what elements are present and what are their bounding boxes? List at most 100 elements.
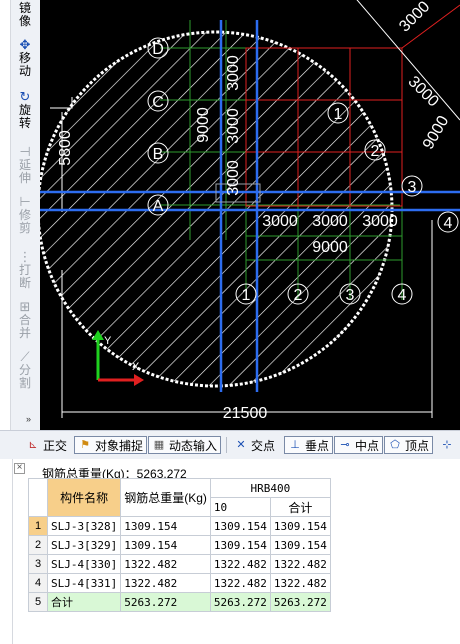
dynamic-input-icon: ▦: [153, 439, 165, 451]
cell-dia: 1322.482: [209, 554, 271, 574]
cell-dia: 1309.154: [209, 535, 271, 555]
left-leader-line: [50, 97, 73, 109]
vdim-9000: 9000: [195, 107, 212, 143]
dynamic-label: 动态输入: [169, 438, 218, 453]
snap-label: 对象捕捉: [95, 438, 144, 453]
drawing-canvas[interactable]: D C B A 1 2 3 4 1 2 3 4 9000 3000 3000 3…: [40, 0, 460, 430]
mirror-label: 镜像: [18, 1, 31, 28]
hdim-3000-2: 3000: [312, 213, 348, 230]
extend-button[interactable]: ⊣ 延伸: [12, 145, 38, 185]
ortho-label: 正交: [43, 438, 68, 453]
row-number: 3: [28, 554, 48, 574]
cell-sum: 1322.482: [269, 573, 331, 593]
col-label-3: 3: [346, 287, 355, 304]
ortho-toggle[interactable]: ⊾ 正交: [26, 436, 67, 454]
trim-label: 修剪: [18, 208, 31, 235]
cell-sum: 1322.482: [269, 554, 331, 574]
midpoint-snap[interactable]: ⊸ 中点: [334, 436, 384, 454]
break-label: 打断: [18, 263, 31, 290]
intersection-icon: ✕: [236, 439, 246, 451]
cell-name: SLJ-4[330]: [46, 554, 122, 574]
left-dim-5800: 5800: [57, 130, 74, 166]
mirror-button[interactable]: 镜像: [12, 2, 38, 28]
col-header-name[interactable]: 构件名称: [46, 478, 122, 517]
table-row[interactable]: 2 SLJ-3[329] 1309.154 1309.154 1309.154: [28, 535, 331, 555]
rotate-label: 旋转: [18, 103, 31, 130]
cell-dia: 1322.482: [209, 573, 271, 593]
toolbar-separator: [226, 437, 227, 453]
col-header-sum[interactable]: 合计: [269, 497, 331, 517]
cell-total: 1322.482: [120, 573, 211, 593]
diag-dim-9000-right: 9000: [420, 113, 453, 152]
diag-dim-3000-right: 3000: [405, 73, 442, 110]
col-header-total[interactable]: 钢筋总重量(Kg): [120, 478, 211, 517]
diag-label-4: 4: [444, 215, 453, 232]
col-header-grade[interactable]: HRB400: [209, 478, 331, 498]
break-button[interactable]: ⋮ 打断: [12, 250, 38, 290]
cell-sum: 1309.154: [269, 535, 331, 555]
extend-icon: ⊣: [19, 144, 31, 159]
more-tools-arrow[interactable]: »: [26, 414, 31, 424]
table-row[interactable]: 1 SLJ-3[328] 1309.154 1309.154 1309.154: [28, 516, 331, 536]
split-icon: ⟋: [20, 349, 30, 364]
vdim-3000-bot: 3000: [225, 160, 242, 196]
diag-dim-3000-top: 3000: [396, 0, 433, 35]
row-label-b: B: [153, 146, 164, 163]
corner-cell: [28, 478, 48, 517]
table-row[interactable]: 3 SLJ-4[330] 1322.482 1322.482 1322.482: [28, 554, 331, 574]
sidebar-strip: [0, 0, 11, 430]
cell-sum: 5263.272: [269, 592, 331, 612]
table-total-row[interactable]: 5 合计 5263.272 5263.272 5263.272: [28, 592, 331, 612]
diameter-dim-text: 21500: [223, 405, 268, 422]
move-label: 移动: [18, 51, 31, 78]
row-number: 2: [28, 535, 48, 555]
row-number: 5: [28, 592, 48, 612]
col-label-4: 4: [398, 287, 407, 304]
merge-icon: ⊞: [19, 299, 31, 314]
diag-label-1: 1: [334, 106, 343, 123]
drawing-svg: D C B A 1 2 3 4 1 2 3 4 9000 3000 3000 3…: [40, 0, 460, 422]
col-header-diameter[interactable]: 10: [209, 497, 271, 517]
col-label-2: 2: [294, 287, 303, 304]
rotate-button[interactable]: ↻ 旋转: [12, 90, 38, 130]
close-panel-icon[interactable]: ×: [14, 463, 25, 474]
midpoint-icon: ⊸: [340, 439, 350, 451]
split-button[interactable]: ⟋ 分割: [12, 350, 38, 390]
cell-total: 1322.482: [120, 554, 211, 574]
snap-icon: ⚑: [80, 439, 90, 451]
row-label-a: A: [153, 198, 164, 215]
diag-label-2: 2: [371, 143, 380, 160]
perpendicular-icon: ⊥: [290, 439, 300, 451]
cell-total: 5263.272: [120, 592, 211, 612]
move-button[interactable]: ✥ 移动: [12, 38, 38, 78]
trim-button[interactable]: ⊢ 修剪: [12, 195, 38, 235]
perpendicular-snap[interactable]: ⊥ 垂点: [284, 436, 334, 454]
axis-x-label: X: [132, 361, 140, 373]
snap-toolbar: ⊾ 正交 ⚑ 对象捕捉 ▦ 动态输入 ✕ 交点 ⊥ 垂点 ⊸ 中点 ⬠ 顶点 ⊹: [0, 430, 460, 460]
vdim-3000-mid: 3000: [225, 108, 242, 144]
table-row[interactable]: 4 SLJ-4[331] 1322.482 1322.482 1322.482: [28, 573, 331, 593]
center-snap-icon: ⊹: [442, 439, 452, 451]
rotate-icon: ↻: [19, 89, 31, 104]
more-snap-button[interactable]: ⊹: [440, 436, 457, 454]
cell-name: SLJ-4[331]: [46, 573, 122, 593]
dynamic-input-toggle[interactable]: ▦ 动态输入: [148, 436, 222, 454]
break-icon: ⋮: [18, 249, 32, 264]
merge-button[interactable]: ⊞ 合并: [12, 300, 38, 340]
object-snap-toggle[interactable]: ⚑ 对象捕捉: [74, 436, 148, 454]
panel-strip: [0, 459, 13, 644]
ortho-icon: ⊾: [28, 439, 38, 451]
vertex-label: 顶点: [405, 438, 430, 453]
row-label-c: C: [152, 94, 164, 111]
trim-icon: ⊢: [19, 194, 31, 209]
midpoint-label: 中点: [355, 438, 380, 453]
vertex-snap[interactable]: ⬠ 顶点: [384, 436, 434, 454]
diag-label-3: 3: [408, 179, 417, 196]
perpendicular-label: 垂点: [305, 438, 330, 453]
cell-name: SLJ-3[328]: [46, 516, 122, 536]
cell-name: 合计: [46, 592, 122, 612]
row-number: 4: [28, 573, 48, 593]
extend-label: 延伸: [18, 158, 31, 185]
intersection-snap[interactable]: ✕ 交点: [234, 436, 275, 454]
row-label-d: D: [152, 41, 164, 58]
